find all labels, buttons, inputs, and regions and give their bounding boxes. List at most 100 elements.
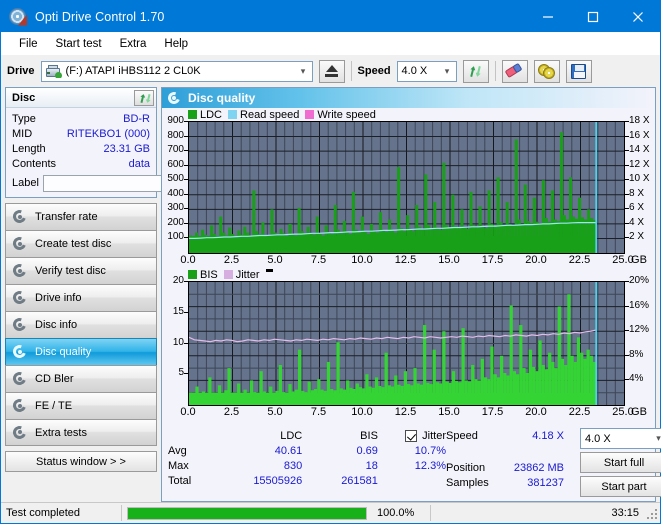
disc-row-value: data	[128, 157, 150, 170]
disc-panel-title: Disc	[12, 91, 36, 104]
disc-row-key: Type	[12, 112, 36, 125]
copy-disc-button[interactable]	[533, 59, 560, 83]
legend-ldc: LDC	[188, 109, 222, 121]
minimize-button[interactable]	[525, 1, 570, 32]
disc-label-key: Label	[12, 177, 39, 189]
x-axis-unit: GB	[631, 406, 647, 418]
stats-row-avg: Avg 40.61 0.69 10.7%	[168, 443, 446, 458]
y2-tick	[625, 150, 629, 152]
y2-tick	[625, 354, 629, 356]
y2-tick	[625, 237, 629, 239]
start-part-button[interactable]: Start part	[580, 476, 661, 497]
app-window: Opti Drive Control 1.70 File Start test …	[0, 0, 661, 524]
drive-select[interactable]: (F:) ATAPI iHBS112 2 CL0K ▾	[40, 60, 313, 82]
start-full-button[interactable]: Start full	[580, 452, 661, 473]
disc-icon	[10, 234, 29, 253]
legend-swatch-icon	[223, 270, 233, 279]
jitter-checkbox[interactable]	[405, 429, 418, 442]
charts-area: LDC Read speed Write speed 100 200 300 4…	[162, 108, 655, 425]
resize-grip[interactable]	[644, 506, 658, 520]
y2-tick	[625, 121, 629, 122]
disc-refresh-button[interactable]	[134, 89, 154, 106]
test-speed-select[interactable]: 4.0 X ▾	[580, 428, 661, 449]
left-column: Disc Type BD-R MID RITEKBO1 (000) Length…	[5, 87, 245, 502]
disc-row-length: Length 23.31 GB	[12, 141, 150, 156]
sidebar-item-drive-info[interactable]: Drive info	[5, 284, 157, 311]
readout-value: 381237	[527, 476, 564, 489]
y2-tick-label: 16 X	[629, 129, 650, 141]
speed-select[interactable]: 4.0 X ▾	[396, 60, 457, 82]
stats-jitter-header: Jitter	[378, 429, 446, 442]
card-header: Disc quality	[162, 88, 655, 108]
legend-label: Write speed	[317, 108, 376, 121]
y2-tick-label: 12 X	[629, 158, 650, 170]
menu-start-test[interactable]: Start test	[47, 36, 111, 52]
readout-key: Samples	[446, 476, 489, 489]
disc-row-key: Length	[12, 142, 46, 155]
sidebar-item-create-test-disc[interactable]: Create test disc	[5, 230, 157, 257]
sidebar-item-extra-tests[interactable]: Extra tests	[5, 419, 157, 446]
x-tick-label: 7.5	[310, 254, 327, 266]
eject-button[interactable]	[318, 59, 345, 83]
disc-row-key: MID	[12, 127, 33, 140]
y-tick-label: 500	[167, 173, 184, 185]
disc-icon	[10, 288, 29, 307]
x-tick-label: 5.0	[267, 254, 283, 266]
y2-tick-label: 16%	[629, 299, 650, 311]
sidebar-item-cd-bler[interactable]: CD Bler	[5, 365, 157, 392]
disc-label-row: Label	[12, 173, 245, 193]
y2-tick-label: 8%	[629, 348, 644, 360]
maximize-button[interactable]	[570, 1, 615, 32]
x-tick-label: 17.5	[481, 254, 504, 266]
readout-value: 4.18 X	[532, 429, 564, 442]
drive-label: Drive	[7, 65, 35, 77]
toolbar-separator	[350, 61, 352, 81]
sidebar-item-transfer-rate[interactable]: Transfer rate	[5, 203, 157, 230]
sidebar-item-label: Drive info	[35, 292, 82, 304]
chevron-down-icon: ▾	[300, 65, 306, 76]
status-window-button[interactable]: Status window > >	[5, 451, 157, 472]
y2-tick	[625, 179, 629, 181]
sidebar-item-disc-quality[interactable]: Disc quality	[5, 338, 157, 365]
y2-tick-label: 8 X	[629, 187, 645, 199]
legend-marker-icon	[265, 269, 273, 272]
disc-row-value: 23.31 GB	[103, 142, 150, 155]
drive-icon	[45, 64, 62, 78]
bis-legend: BIS Jitter	[162, 268, 655, 281]
toolbar: Drive (F:) ATAPI iHBS112 2 CL0K ▾ Speed …	[1, 55, 660, 87]
menu-extra[interactable]: Extra	[111, 36, 156, 52]
sidebar-item-label: Create test disc	[35, 238, 112, 250]
stats-ldc-header: LDC	[280, 429, 303, 442]
y2-tick	[625, 135, 629, 137]
erase-button[interactable]	[501, 59, 528, 83]
stats-bis-value: 261581	[341, 474, 378, 487]
y2-tick	[625, 164, 629, 166]
stats-bis-value: 18	[365, 459, 378, 472]
stats-ldc-value: 830	[283, 459, 303, 472]
menu-file[interactable]: File	[10, 36, 47, 52]
refresh-button[interactable]	[462, 59, 489, 83]
readout-key: Speed	[446, 429, 478, 442]
y2-tick	[625, 222, 629, 224]
legend-label: Jitter	[235, 268, 260, 281]
sidebar-item-label: Extra tests	[35, 426, 87, 439]
sidebar-item-fe-te[interactable]: FE / TE	[5, 392, 157, 419]
ldc-plot-row: 100 200 300 400 500 600 700 800 900 2 X 4 X 6 X 8 X…	[162, 116, 655, 254]
stats-row-total: Total 15505926 261581	[168, 473, 446, 488]
save-button[interactable]	[565, 59, 592, 83]
legend-swatch-icon	[188, 270, 197, 279]
sidebar-item-label: Disc quality	[35, 346, 92, 358]
readout-speed: Speed 4.18 X	[446, 428, 572, 443]
stats-row-key: Max	[168, 459, 189, 472]
sidebar-item-disc-info[interactable]: Disc info	[5, 311, 157, 338]
menu-help[interactable]: Help	[155, 36, 197, 52]
readout-spacer	[446, 443, 572, 460]
disc-row-value: RITEKBO1 (000)	[66, 127, 150, 140]
x-tick-label: 12.5	[394, 254, 417, 266]
bis-plot-area[interactable]	[188, 281, 625, 406]
y2-tick	[625, 193, 629, 195]
stats-ldc-value: 15505926	[253, 474, 303, 487]
close-button[interactable]	[615, 1, 660, 32]
ldc-plot-area[interactable]	[188, 121, 625, 254]
sidebar-item-verify-test-disc[interactable]: Verify test disc	[5, 257, 157, 284]
